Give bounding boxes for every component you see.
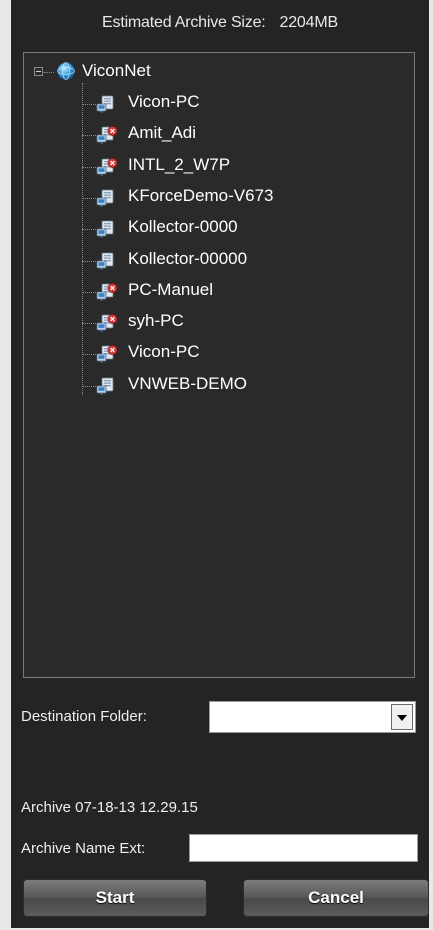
- server-online-icon: [96, 377, 114, 395]
- tree-node-label: syh-PC: [128, 311, 184, 331]
- server-offline-icon: [96, 282, 118, 301]
- server-online-icon: [96, 95, 114, 113]
- estimated-size-value: 2204MB: [279, 14, 339, 31]
- archive-name-ext-label: Archive Name Ext:: [21, 840, 146, 857]
- destination-folder-label: Destination Folder:: [21, 708, 147, 725]
- start-button[interactable]: Start: [23, 879, 207, 917]
- tree-node-label: Kollector-0000: [128, 217, 238, 237]
- tree-node-label: Amit_Adi: [128, 123, 197, 143]
- tree-node-label: PC-Manuel: [128, 279, 214, 299]
- tree-node-label: Vicon-PC: [128, 92, 200, 111]
- globe-network-icon: [57, 62, 75, 80]
- tree-node-label: Vicon-PC: [128, 342, 200, 362]
- tree-node-label: Kollector-00000: [128, 248, 248, 268]
- server-offline-icon: [96, 126, 118, 144]
- server-tree[interactable]: ViconNet Vicon-PC Amit_Adi INTL_2_W7P KForc…: [23, 52, 415, 678]
- server-online-icon: [96, 252, 114, 269]
- tree-node-label: KForceDemo-V673: [128, 185, 274, 205]
- tree-root-label[interactable]: ViconNet: [82, 61, 151, 81]
- archive-name-ext-input[interactable]: [189, 834, 418, 862]
- collapse-toggle-icon[interactable]: [34, 67, 43, 76]
- server-online-icon: [96, 189, 114, 207]
- cancel-button[interactable]: Cancel: [243, 879, 429, 917]
- destination-folder-select[interactable]: [209, 701, 416, 733]
- server-offline-icon: [96, 157, 118, 176]
- chevron-down-icon[interactable]: [391, 704, 413, 730]
- tree-node-label: VNWEB-DEMO: [128, 373, 247, 393]
- archive-name-text: Archive 07-18-13 12.29.15: [21, 799, 198, 816]
- server-offline-icon: [96, 314, 118, 332]
- tree-node-label: INTL_2_W7P: [128, 154, 231, 174]
- estimated-archive-size: Estimated Archive Size: 2204MB: [11, 14, 429, 32]
- server-offline-icon: [96, 345, 118, 363]
- archive-panel: Estimated Archive Size: 2204MB ViconNet V…: [11, 0, 429, 928]
- server-online-icon: [96, 220, 114, 238]
- estimated-size-label: Estimated Archive Size:: [102, 14, 266, 31]
